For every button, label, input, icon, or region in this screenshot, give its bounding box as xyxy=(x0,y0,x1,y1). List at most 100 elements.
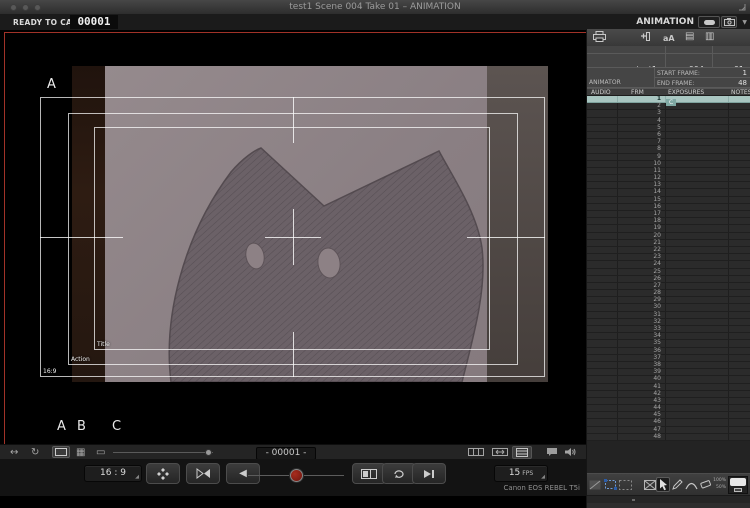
widescreen-overlay-icon[interactable]: ▭ xyxy=(96,446,105,459)
filmstrip-icon[interactable] xyxy=(468,447,484,457)
notes-cell[interactable] xyxy=(729,419,750,425)
audio-cell[interactable] xyxy=(587,318,618,325)
line-tool[interactable] xyxy=(588,477,602,492)
notes-cell[interactable] xyxy=(729,398,750,404)
exposure-cell[interactable] xyxy=(666,326,729,333)
chevron-down-icon[interactable]: ▼ xyxy=(742,19,747,26)
audio-cell[interactable] xyxy=(587,196,618,203)
audio-cell[interactable] xyxy=(587,433,618,440)
exposure-cell[interactable] xyxy=(666,426,729,433)
xsheet-rows[interactable]: 1 C 2 3 4 5 6 7 8 9 10 11 12 13 14 15 16 17 18 19 20 21 22 23 24… xyxy=(587,96,750,473)
exposure-cell[interactable] xyxy=(666,225,729,232)
notes-cell[interactable] xyxy=(729,369,750,375)
audio-cell[interactable] xyxy=(587,103,618,110)
notes-cell[interactable] xyxy=(729,168,750,174)
audio-cell[interactable] xyxy=(587,282,618,290)
exposure-cell[interactable] xyxy=(666,196,729,203)
xsheet-row[interactable]: 39 xyxy=(587,368,750,377)
exposure-cell[interactable] xyxy=(666,354,729,361)
notes-cell[interactable] xyxy=(729,197,750,203)
exposure-cell[interactable] xyxy=(666,182,729,189)
audio-cell[interactable] xyxy=(587,146,618,153)
exposure-cell[interactable] xyxy=(666,124,729,131)
overlay-opacity-slider[interactable] xyxy=(113,449,213,456)
xsheet-row[interactable]: 15 xyxy=(587,196,750,204)
audio-cell[interactable] xyxy=(587,419,618,426)
xsheet-row[interactable]: 17 xyxy=(587,210,750,219)
xsheet-row[interactable]: 3 xyxy=(587,110,750,118)
notes-cell[interactable] xyxy=(729,269,750,275)
notes-cell[interactable] xyxy=(729,118,750,124)
notes-cell[interactable] xyxy=(729,376,750,382)
xsheet-row[interactable]: 27 xyxy=(587,282,750,291)
xsheet-row[interactable]: 16 xyxy=(587,203,750,211)
notes-cell[interactable] xyxy=(729,333,750,339)
exposure-cell[interactable] xyxy=(666,282,729,290)
audio-cell[interactable] xyxy=(587,397,618,405)
step-to-end-button[interactable] xyxy=(412,463,446,484)
exposure-cell[interactable] xyxy=(666,211,729,218)
xsheet-row[interactable]: 26 xyxy=(587,275,750,283)
notes-cell[interactable] xyxy=(729,132,750,138)
rotate-view-icon[interactable]: ↻ xyxy=(31,446,39,459)
audio-cell[interactable] xyxy=(587,326,618,333)
exposure-cell[interactable] xyxy=(666,117,729,124)
notes-cell[interactable] xyxy=(729,261,750,267)
audio-cell[interactable] xyxy=(587,390,618,397)
exposure-cell[interactable] xyxy=(666,175,729,182)
audio-cell[interactable] xyxy=(587,239,618,246)
aspect-mask-button[interactable] xyxy=(52,446,70,458)
audio-cell[interactable] xyxy=(587,254,618,261)
notes-cell[interactable] xyxy=(729,326,750,332)
notes-cell[interactable] xyxy=(729,434,750,440)
notes-cell[interactable] xyxy=(729,355,750,361)
filmstrip-range-icon[interactable] xyxy=(492,447,508,457)
exposure-cell[interactable] xyxy=(666,275,729,282)
exposure-cell[interactable] xyxy=(666,390,729,397)
speaker-icon[interactable] xyxy=(564,447,576,457)
exposure-cell[interactable] xyxy=(666,433,729,440)
end-frame-cell[interactable]: END FRAME: 48 xyxy=(655,78,750,88)
xsheet-row[interactable]: 25 xyxy=(587,268,750,276)
notes-cell[interactable] xyxy=(729,297,750,303)
xsheet-row[interactable]: 34 xyxy=(587,332,750,341)
xsheet-row[interactable]: 36 xyxy=(587,347,750,355)
notes-cell[interactable] xyxy=(729,182,750,188)
exposure-cell[interactable] xyxy=(666,167,729,175)
exposure-cell[interactable] xyxy=(666,103,729,110)
audio-cell[interactable] xyxy=(587,175,618,182)
exposure-cell[interactable] xyxy=(666,383,729,390)
playback-range-button[interactable] xyxy=(352,463,386,484)
xsheet-row[interactable]: 44 xyxy=(587,404,750,413)
exposure-cell[interactable] xyxy=(666,239,729,246)
exposure-cell[interactable] xyxy=(666,153,729,160)
jog-handle[interactable] xyxy=(290,469,303,482)
xsheet-row[interactable]: 5 xyxy=(587,124,750,132)
xsheet-row[interactable]: 47 xyxy=(587,426,750,434)
xsheet-row[interactable]: 40 xyxy=(587,375,750,384)
delete-region-tool[interactable] xyxy=(643,477,657,492)
audio-cell[interactable] xyxy=(587,412,618,419)
audio-cell[interactable] xyxy=(587,383,618,390)
exposure-cell[interactable] xyxy=(666,376,729,383)
xsheet-row[interactable]: 31 xyxy=(587,311,750,319)
xsheet-row[interactable]: 14 xyxy=(587,189,750,197)
audio-cell[interactable] xyxy=(587,182,618,189)
notes-cell[interactable] xyxy=(729,247,750,253)
capture-button[interactable] xyxy=(146,463,180,484)
exposure-cell[interactable] xyxy=(666,261,729,268)
xsheet-row[interactable]: 6 xyxy=(587,131,750,140)
xsheet-row[interactable]: 24 xyxy=(587,260,750,269)
audio-cell[interactable] xyxy=(587,333,618,340)
exposure-cell[interactable] xyxy=(666,333,729,340)
notes-cell[interactable] xyxy=(729,146,750,152)
notes-cell[interactable] xyxy=(729,240,750,246)
grid-overlay-icon[interactable]: ▦ xyxy=(76,446,85,459)
exposure-cell[interactable] xyxy=(666,268,729,275)
notes-cell[interactable] xyxy=(729,125,750,131)
notes-cell[interactable] xyxy=(729,96,750,102)
display-toggle-button[interactable] xyxy=(698,16,720,28)
notes-cell[interactable] xyxy=(729,312,750,318)
notes-cell[interactable] xyxy=(729,175,750,181)
audio-cell[interactable] xyxy=(587,117,618,124)
